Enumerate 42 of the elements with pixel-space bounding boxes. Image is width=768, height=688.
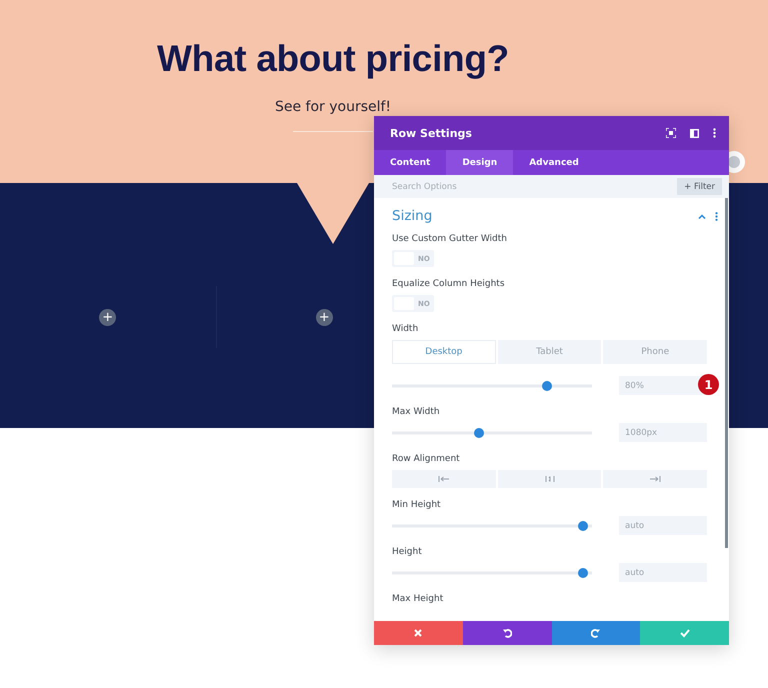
close-icon [413, 628, 424, 638]
field-label: Use Custom Gutter Width [392, 233, 508, 245]
slider-thumb[interactable] [542, 380, 552, 390]
undo-icon [502, 628, 512, 638]
device-tab[interactable]: Tablet [498, 340, 602, 364]
add-module-button[interactable]: + [316, 308, 333, 326]
filter-button[interactable]: + Filter [677, 175, 729, 198]
field-label: Row Alignment [392, 453, 461, 465]
field-label: Height [392, 546, 423, 558]
checkmark-icon [680, 628, 690, 638]
panel-title: Row Settings [390, 126, 472, 140]
field-label: Max Width [392, 406, 441, 418]
align-left-icon [438, 475, 450, 483]
redo-icon [590, 628, 601, 638]
slider-thumb[interactable] [474, 428, 484, 438]
expand-icon [666, 128, 676, 138]
value-field[interactable]: 1080px [619, 423, 707, 442]
step-badge: 1 [698, 374, 719, 395]
field-label: Max Height [392, 593, 444, 605]
field-label: Min Height [392, 499, 442, 511]
device-tab[interactable]: Desktop [392, 340, 496, 364]
more-options-icon [713, 128, 716, 138]
add-module-button[interactable]: + [99, 308, 116, 326]
page-heading: What about pricing? [157, 38, 509, 80]
slider-thumb[interactable] [578, 568, 588, 578]
tab[interactable]: Advanced [513, 150, 595, 175]
value-field[interactable]: 80% [619, 376, 707, 395]
tab[interactable]: Content [374, 150, 446, 175]
split-view-icon [690, 128, 699, 138]
section-title: Sizing [392, 208, 432, 224]
device-tab[interactable]: Phone [603, 340, 708, 364]
search-field[interactable]: Search Options [374, 175, 678, 198]
field-label: Width [392, 323, 420, 335]
field-label: Equalize Column Heights [392, 278, 506, 290]
slider-thumb[interactable] [578, 520, 588, 530]
align-right-icon [649, 475, 662, 483]
tab[interactable]: Design [446, 150, 514, 175]
value-field[interactable]: auto [619, 563, 707, 582]
align-center-icon [544, 475, 556, 483]
value-field[interactable]: auto [619, 516, 707, 535]
more-options-icon [715, 212, 718, 220]
page-subtitle: See for yourself! [274, 98, 392, 116]
